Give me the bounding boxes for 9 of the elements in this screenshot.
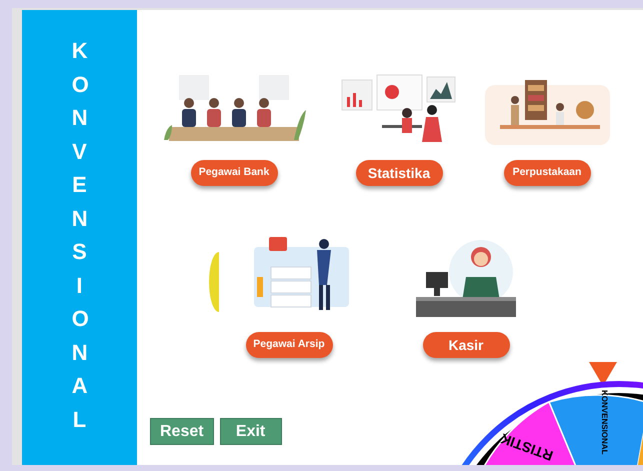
- career-button[interactable]: Pegawai Arsip: [246, 332, 332, 358]
- career-button[interactable]: Kasir: [422, 332, 510, 358]
- exit-button[interactable]: Exit: [220, 418, 282, 445]
- career-button[interactable]: Pegawai Bank: [190, 160, 278, 186]
- sidebar-title: KONVENSIONAL: [72, 37, 88, 434]
- wheel-label: KONVENSIONAL: [600, 390, 609, 454]
- career-button[interactable]: Statistika: [356, 160, 442, 186]
- career-button[interactable]: Perpustakaan: [504, 160, 590, 186]
- reset-button[interactable]: Reset: [150, 418, 214, 445]
